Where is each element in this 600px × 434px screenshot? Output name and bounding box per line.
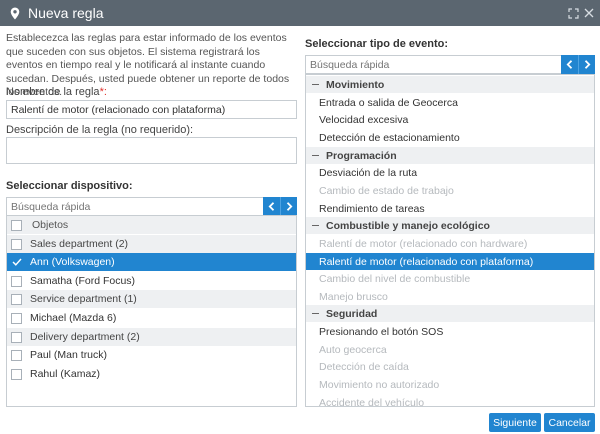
event-item-deteccion-de-caida: Detección de caída xyxy=(306,358,594,375)
event-row-label: Ralentí de motor (relacionado con hardwa… xyxy=(319,237,528,250)
device-list-header-label: Objetos xyxy=(32,219,69,231)
select-event-title: Seleccionar tipo de evento: xyxy=(305,38,449,50)
device-list-header[interactable]: Objetos xyxy=(7,216,296,234)
event-item-presionando-el-boton-sos[interactable]: Presionando el botón SOS xyxy=(306,323,594,340)
device-row-label: Sales department (2) xyxy=(30,238,129,250)
event-item-cambio-de-estado-de-trabajo: Cambio de estado de trabajo xyxy=(306,182,594,199)
event-row-label: Accidente del vehículo xyxy=(319,396,425,407)
collapse-icon[interactable] xyxy=(312,225,319,226)
device-next-button[interactable] xyxy=(280,197,297,216)
event-row-label: Combustible y manejo ecológico xyxy=(326,219,490,232)
event-row-label: Programación xyxy=(326,149,397,162)
title-bar: Nueva regla xyxy=(0,0,600,26)
event-item-ralenti-de-motor-relacionado-con-plataforma[interactable]: Ralentí de motor (relacionado con plataf… xyxy=(306,253,594,270)
event-search-input[interactable] xyxy=(305,55,561,74)
event-group-movimiento[interactable]: Movimiento xyxy=(306,76,594,93)
device-item-ann-volkswagen[interactable]: Ann (Volkswagen) xyxy=(7,253,296,271)
device-row-label: Ann (Volkswagen) xyxy=(30,256,115,268)
event-search xyxy=(305,55,595,74)
device-row-label: Service department (1) xyxy=(30,293,137,305)
device-search-input[interactable] xyxy=(6,197,263,216)
collapse-icon[interactable] xyxy=(312,313,319,314)
event-group-combustible-y-manejo-ecologico[interactable]: Combustible y manejo ecológico xyxy=(306,217,594,234)
event-item-auto-geocerca: Auto geocerca xyxy=(306,341,594,358)
event-row-label: Detección de estacionamiento xyxy=(319,131,460,144)
event-row-label: Rendimiento de tareas xyxy=(319,202,425,215)
event-item-cambio-del-nivel-de-combustible: Cambio del nivel de combustible xyxy=(306,270,594,287)
event-list: Movimiento Entrada o salida de Geocerca Ve… xyxy=(305,74,595,407)
event-next-button[interactable] xyxy=(578,55,595,74)
device-checkbox[interactable] xyxy=(11,368,22,380)
event-row-label: Ralentí de motor (relacionado con plataf… xyxy=(319,255,534,268)
rule-name-input[interactable] xyxy=(6,100,297,119)
device-prev-button[interactable] xyxy=(263,197,280,216)
device-item-paul-man-truck[interactable]: Paul (Man truck) xyxy=(7,346,296,364)
collapse-icon[interactable] xyxy=(312,155,319,156)
collapse-icon[interactable] xyxy=(312,84,319,85)
device-checkbox[interactable] xyxy=(11,238,22,250)
device-row-label: Rahul (Kamaz) xyxy=(30,368,101,380)
device-checkbox[interactable] xyxy=(11,312,22,324)
rule-name-label: Nombre de la regla*: xyxy=(6,86,107,98)
event-item-rendimiento-de-tareas[interactable]: Rendimiento de tareas xyxy=(306,200,594,217)
event-row-label: Desviación de la ruta xyxy=(319,166,418,179)
event-item-velocidad-excesiva[interactable]: Velocidad excesiva xyxy=(306,111,594,128)
event-row-label: Auto geocerca xyxy=(319,343,387,356)
event-group-seguridad[interactable]: Seguridad xyxy=(306,305,594,322)
device-checkbox[interactable] xyxy=(11,331,22,343)
event-row-label: Movimiento xyxy=(326,78,385,91)
event-item-accidente-del-vehiculo: Accidente del vehículo xyxy=(306,394,594,407)
cancel-button[interactable]: Cancelar xyxy=(544,413,595,432)
select-all-checkbox[interactable] xyxy=(11,219,22,231)
next-button[interactable]: Siguiente xyxy=(489,413,541,432)
event-row-label: Movimiento no autorizado xyxy=(319,378,440,391)
event-row-label: Manejo brusco xyxy=(319,290,388,303)
device-list: Objetos Sales department (2) Ann (Volkswa… xyxy=(6,215,297,407)
device-item-samatha-ford-focus[interactable]: Samatha (Ford Focus) xyxy=(7,272,296,290)
event-item-movimiento-no-autorizado: Movimiento no autorizado xyxy=(306,376,594,393)
device-group-service-department-1[interactable]: Service department (1) xyxy=(7,290,296,308)
device-item-rahul-kamaz[interactable]: Rahul (Kamaz) xyxy=(7,365,296,383)
event-prev-button[interactable] xyxy=(561,55,578,74)
rule-description-input[interactable] xyxy=(6,137,297,164)
device-group-delivery-department-2[interactable]: Delivery department (2) xyxy=(7,328,296,346)
device-item-michael-mazda-6[interactable]: Michael (Mazda 6) xyxy=(7,309,296,327)
device-checkbox[interactable] xyxy=(11,275,22,287)
event-item-entrada-o-salida-de-geocerca[interactable]: Entrada o salida de Geocerca xyxy=(306,94,594,111)
close-icon[interactable] xyxy=(582,6,596,20)
rule-description-label: Descripción de la regla (no requerido): xyxy=(6,124,194,136)
event-item-deteccion-de-estacionamiento[interactable]: Detección de estacionamiento xyxy=(306,129,594,146)
event-row-label: Cambio de estado de trabajo xyxy=(319,184,454,197)
map-pin-icon xyxy=(8,6,22,20)
check-icon[interactable] xyxy=(11,258,22,266)
device-row-label: Samatha (Ford Focus) xyxy=(30,275,136,287)
event-row-label: Cambio del nivel de combustible xyxy=(319,272,471,285)
device-search xyxy=(6,197,297,216)
event-row-label: Presionando el botón SOS xyxy=(319,325,444,338)
event-group-programacion[interactable]: Programación xyxy=(306,147,594,164)
device-row-label: Delivery department (2) xyxy=(30,331,140,343)
device-row-label: Michael (Mazda 6) xyxy=(30,312,117,324)
device-checkbox[interactable] xyxy=(11,293,22,305)
select-device-title: Seleccionar dispositivo: xyxy=(6,180,133,192)
event-row-label: Seguridad xyxy=(326,307,378,320)
event-row-label: Detección de caída xyxy=(319,360,409,373)
required-mark: *: xyxy=(99,86,107,98)
event-item-manejo-brusco: Manejo brusco xyxy=(306,288,594,305)
event-item-ralenti-de-motor-relacionado-con-hardware: Ralentí de motor (relacionado con hardwa… xyxy=(306,235,594,252)
device-checkbox[interactable] xyxy=(11,349,22,361)
device-group-sales-department-2[interactable]: Sales department (2) xyxy=(7,235,296,253)
event-row-label: Entrada o salida de Geocerca xyxy=(319,96,458,109)
expand-icon[interactable] xyxy=(566,6,580,20)
dialog-title: Nueva regla xyxy=(28,5,104,21)
event-item-desviacion-de-la-ruta[interactable]: Desviación de la ruta xyxy=(306,164,594,181)
event-row-label: Velocidad excesiva xyxy=(319,113,409,126)
device-row-label: Paul (Man truck) xyxy=(30,349,108,361)
